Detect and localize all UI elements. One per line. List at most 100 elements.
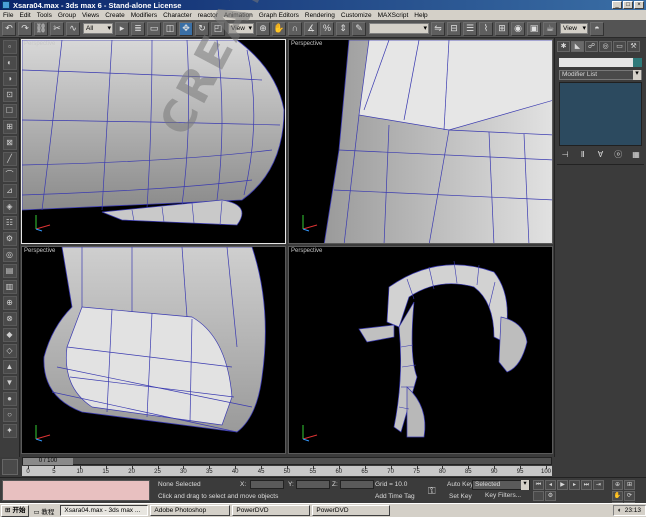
selection-region-icon[interactable]: ▭ (147, 21, 161, 36)
key-icon[interactable]: ⚿ (428, 486, 436, 497)
material-editor-icon[interactable]: ◉ (511, 21, 525, 36)
task-3dsmax[interactable]: Xsara04.max - 3ds max ... (60, 505, 149, 516)
object-name-field[interactable] (559, 58, 642, 67)
utilities-tab-icon[interactable]: ⚒ (627, 41, 640, 52)
tool-icon[interactable]: ☐ (2, 104, 17, 118)
tool-icon[interactable]: ▼ (2, 376, 17, 390)
modify-tab-icon[interactable]: ◣ (571, 41, 584, 52)
tool-icon[interactable]: ⊗ (2, 312, 17, 326)
remove-modifier-icon[interactable]: ⓞ (612, 150, 624, 160)
tool-icon[interactable]: ▤ (2, 264, 17, 278)
display-tab-icon[interactable]: ▭ (613, 41, 626, 52)
open-mini-curve-editor-icon[interactable] (2, 459, 18, 475)
go-to-end-icon[interactable]: ⏭ (581, 480, 592, 490)
tool-icon[interactable]: ▫ (2, 40, 17, 54)
quick-launch-item[interactable]: ▭ 教程 (29, 506, 58, 516)
tool-icon[interactable]: ◑ (2, 72, 17, 86)
tool-icon[interactable]: ◇ (2, 344, 17, 358)
pin-stack-icon[interactable]: ⊣ (559, 150, 571, 160)
tool-icon[interactable]: ⊡ (2, 88, 17, 102)
named-selection-icon[interactable]: ✎ (352, 21, 366, 36)
maxscript-listener[interactable] (2, 480, 150, 501)
curve-editor-icon[interactable]: ⌇ (479, 21, 493, 36)
layer-manager-icon[interactable]: ☰ (463, 21, 477, 36)
tool-icon[interactable]: ⊠ (2, 136, 17, 150)
spinner-snap-icon[interactable]: ⇕ (336, 21, 350, 36)
manipulate-icon[interactable]: ✋ (272, 21, 286, 36)
tool-icon[interactable]: ▥ (2, 280, 17, 294)
render-scene-icon[interactable]: ▣ (527, 21, 541, 36)
menu-rendering[interactable]: Rendering (302, 12, 338, 19)
current-frame-field[interactable] (533, 491, 544, 501)
task-photoshop[interactable]: Adobe Photoshop (150, 505, 231, 516)
menu-edit[interactable]: Edit (16, 12, 33, 19)
angle-snap-icon[interactable]: ∡ (304, 21, 318, 36)
menu-character[interactable]: Character (160, 12, 195, 19)
play-icon[interactable]: ▶ (557, 480, 568, 490)
arc-rotate-icon[interactable]: ⟳ (624, 491, 635, 501)
tool-icon[interactable]: ☷ (2, 216, 17, 230)
tool-icon[interactable]: ◎ (2, 248, 17, 262)
time-config-icon[interactable]: ⚙ (545, 491, 556, 501)
menu-maxscript[interactable]: MAXScript (375, 12, 412, 19)
align-icon[interactable]: ⊟ (447, 21, 461, 36)
task-powerdvd-1[interactable]: PowerDVD (232, 505, 311, 516)
menu-create[interactable]: Create (102, 12, 128, 19)
named-selection-dropdown[interactable] (369, 23, 429, 34)
menu-help[interactable]: Help (411, 12, 430, 19)
tool-icon[interactable]: ● (2, 392, 17, 406)
tool-icon[interactable]: ▲ (2, 360, 17, 374)
select-object-icon[interactable]: ▸ (115, 21, 129, 36)
viewport-top-right[interactable]: Perspective (288, 39, 553, 244)
start-button[interactable]: ⊞ 开始 (1, 504, 30, 517)
zoom-icon[interactable]: ⊕ (612, 480, 623, 490)
timeline-ruler[interactable]: 0 5 10 15 20 25 30 35 40 45 50 55 60 65 70 75 80 85 90 95 10… (22, 466, 552, 476)
schematic-view-icon[interactable]: ⊞ (495, 21, 509, 36)
viewport-bottom-left[interactable]: Perspective (21, 246, 286, 454)
menu-modifiers[interactable]: Modifiers (128, 12, 160, 19)
menu-customize[interactable]: Customize (338, 12, 375, 19)
render-type-dropdown[interactable]: View (560, 23, 588, 34)
hierarchy-tab-icon[interactable]: ☍ (585, 41, 598, 52)
tool-icon[interactable]: ⚙ (2, 232, 17, 246)
tool-icon[interactable]: ✦ (2, 424, 17, 438)
viewport-label[interactable]: Perspective (291, 41, 322, 47)
tool-icon[interactable]: ⊕ (2, 296, 17, 310)
selection-filter-dropdown[interactable]: All (83, 23, 113, 34)
x-coordinate-field[interactable] (250, 480, 284, 489)
render-last-icon[interactable]: ◓ (590, 21, 604, 36)
close-button[interactable]: × (634, 1, 644, 9)
show-end-result-icon[interactable]: Ⅱ (577, 150, 589, 160)
mirror-icon[interactable]: ⇋ (431, 21, 445, 36)
key-filters-button[interactable]: Key Filters... (485, 492, 521, 499)
z-coordinate-field[interactable] (340, 480, 374, 489)
motion-tab-icon[interactable]: ◎ (599, 41, 612, 52)
select-by-name-icon[interactable]: ≣ (131, 21, 145, 36)
tool-icon[interactable]: ╱ (2, 152, 17, 166)
quick-render-icon[interactable]: ☕ (543, 21, 557, 36)
tool-icon[interactable]: ◐ (2, 56, 17, 70)
previous-frame-icon[interactable]: ◂ (545, 480, 556, 490)
go-to-start-icon[interactable]: ⏮ (533, 480, 544, 490)
window-crossing-icon[interactable]: ◫ (163, 21, 177, 36)
tool-icon[interactable]: ⊿ (2, 184, 17, 198)
undo-icon[interactable]: ↶ (2, 21, 16, 36)
y-coordinate-field[interactable] (296, 480, 330, 489)
select-move-icon[interactable]: ✥ (179, 21, 193, 36)
menu-file[interactable]: File (0, 12, 16, 19)
auto-key-button[interactable]: Auto Key (447, 481, 473, 488)
next-frame-icon[interactable]: ▸ (569, 480, 580, 490)
redo-icon[interactable]: ↷ (18, 21, 32, 36)
menu-group[interactable]: Group (55, 12, 79, 19)
tool-icon[interactable]: ◆ (2, 328, 17, 342)
key-selection-dropdown[interactable]: Selected (472, 480, 530, 490)
unlink-icon[interactable]: ✂ (50, 21, 64, 36)
set-key-button[interactable]: Set Key (449, 493, 472, 500)
tray-icon[interactable]: ◐ (618, 506, 622, 516)
time-slider[interactable]: 0 / 100 (22, 457, 552, 465)
configure-sets-icon[interactable]: ▦ (630, 150, 642, 160)
modifier-list-dropdown[interactable]: Modifier List (559, 70, 642, 80)
tool-icon[interactable]: ◈ (2, 200, 17, 214)
create-tab-icon[interactable]: ✱ (557, 41, 570, 52)
task-powerdvd-2[interactable]: PowerDVD (312, 505, 391, 516)
